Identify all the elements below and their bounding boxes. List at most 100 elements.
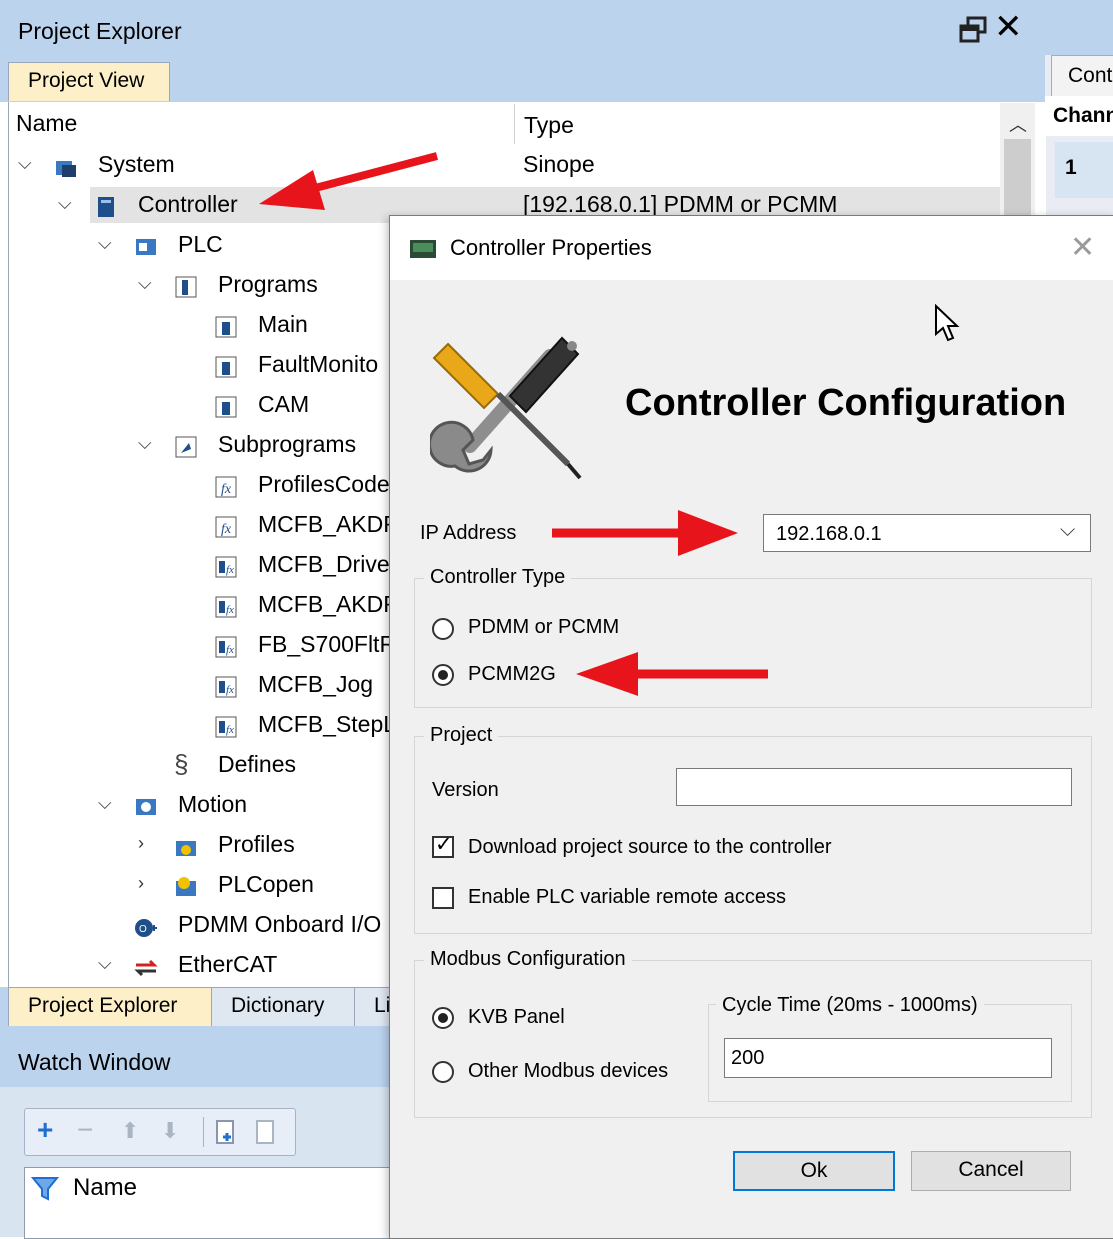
radio-pcmm2g[interactable] (432, 664, 454, 686)
scroll-up-icon[interactable]: ︿ (1009, 111, 1027, 137)
ok-button[interactable]: Ok (733, 1151, 895, 1191)
chevron-down-icon[interactable]: ⌵ (98, 233, 112, 254)
radio-other-modbus[interactable] (432, 1061, 454, 1083)
watch-column-name[interactable]: Name (73, 1174, 137, 1202)
chevron-down-icon[interactable]: ⌵ (1060, 519, 1075, 542)
panel-title: Project Explorer (18, 18, 182, 44)
project-explorer-titlebar: Project Explorer ✕ (0, 0, 1045, 62)
column-header-name[interactable]: Name (16, 110, 77, 137)
chevron-down-icon[interactable]: ⌵ (138, 433, 152, 454)
adjacent-panel-header (1045, 0, 1113, 55)
programs-folder-icon (175, 276, 197, 298)
program-icon (215, 316, 237, 338)
io-icon: O (135, 919, 157, 937)
ip-address-dropdown[interactable]: 192.168.0.1 ⌵ (763, 514, 1091, 552)
adjacent-row-cell[interactable]: 1 (1055, 142, 1113, 198)
download-source-label[interactable]: Download project source to the controlle… (468, 836, 832, 859)
tab-dictionary[interactable]: Dictionary (211, 987, 355, 1026)
program-icon (215, 396, 237, 418)
chevron-right-icon[interactable]: › (138, 833, 144, 854)
radio-pdmm-pcmm-label[interactable]: PDMM or PCMM (468, 616, 619, 639)
add-icon[interactable]: + (37, 1114, 53, 1146)
tools-icon (430, 336, 582, 480)
mouse-cursor-icon (935, 304, 960, 342)
profiles-folder-icon (176, 841, 196, 856)
chevron-down-icon[interactable]: ⌵ (18, 153, 32, 174)
new-watch-icon[interactable] (215, 1119, 237, 1145)
svg-text:fx: fx (221, 482, 232, 497)
close-icon[interactable]: ✕ (994, 10, 1023, 44)
restore-window-icon[interactable] (958, 16, 988, 44)
remote-access-label[interactable]: Enable PLC variable remote access (468, 886, 786, 909)
annotation-arrow (259, 152, 439, 210)
svg-text:fx: fx (221, 522, 232, 537)
plc-icon (136, 239, 156, 255)
svg-text:fx: fx (226, 724, 234, 736)
cycle-time-group-label: Cycle Time (20ms - 1000ms) (716, 994, 984, 1017)
move-down-icon[interactable]: ⬇ (161, 1118, 179, 1144)
tree-item-system[interactable]: ⌵ System Sinope (18, 149, 918, 187)
version-input[interactable] (676, 768, 1072, 806)
document-icon[interactable] (255, 1119, 277, 1145)
svg-text:fx: fx (226, 564, 234, 576)
chevron-down-icon[interactable]: ⌵ (98, 953, 112, 974)
toolbar-separator (203, 1117, 204, 1147)
explorer-view-tabs: Project View (0, 62, 1045, 102)
configuration-heading: Controller Configuration (625, 382, 1067, 424)
radio-other-modbus-label[interactable]: Other Modbus devices (468, 1060, 668, 1083)
chevron-right-icon[interactable]: › (138, 873, 144, 894)
remove-icon[interactable]: − (77, 1114, 93, 1146)
radio-kvb-panel-label[interactable]: KVB Panel (468, 1006, 565, 1029)
function-block-icon: fx (215, 676, 237, 698)
svg-text:O: O (139, 924, 147, 935)
cancel-button[interactable]: Cancel (911, 1151, 1071, 1191)
dialog-title: Controller Properties (450, 235, 652, 260)
chevron-down-icon[interactable]: ⌵ (138, 273, 152, 294)
function-block-icon: fx (215, 596, 237, 618)
program-icon (215, 356, 237, 378)
adjacent-column-header: Chann (1045, 96, 1113, 136)
move-up-icon[interactable]: ⬆ (121, 1118, 139, 1144)
subprograms-folder-icon (175, 436, 197, 458)
version-label: Version (432, 779, 499, 801)
annotation-arrow (552, 510, 738, 556)
controller-properties-dialog: Controller Properties ✕ Controller Confi… (389, 215, 1113, 1239)
svg-text:fx: fx (226, 604, 234, 616)
adjacent-panel-tab[interactable]: Cont (1051, 55, 1113, 96)
chevron-down-icon[interactable]: ⌵ (58, 193, 72, 214)
download-source-checkbox[interactable]: ✓ (432, 833, 454, 858)
radio-pcmm2g-label[interactable]: PCMM2G (468, 663, 556, 686)
svg-text:fx: fx (226, 644, 234, 656)
controller-type-group-label: Controller Type (424, 566, 572, 589)
watch-grid: Name (24, 1167, 406, 1239)
function-block-icon: fx (215, 556, 237, 578)
remote-access-checkbox[interactable] (432, 887, 454, 909)
svg-text:fx: fx (226, 684, 234, 696)
watch-window-title: Watch Window (18, 1049, 171, 1075)
cycle-time-input[interactable]: 200 (724, 1038, 1052, 1078)
function-icon: fx (215, 516, 237, 538)
column-header-type[interactable]: Type (524, 112, 574, 139)
ip-address-label: IP Address (420, 522, 517, 544)
section-sign-icon: § (174, 749, 189, 779)
column-divider (514, 104, 515, 144)
close-icon[interactable]: ✕ (1070, 230, 1095, 265)
modbus-group-label: Modbus Configuration (424, 948, 632, 971)
cycle-time-value: 200 (731, 1047, 765, 1069)
annotation-arrow (576, 652, 768, 696)
function-block-icon: fx (215, 716, 237, 738)
dialog-titlebar: Controller Properties ✕ (390, 216, 1113, 280)
radio-kvb-panel[interactable] (432, 1007, 454, 1029)
system-icon (56, 161, 76, 177)
filter-icon[interactable] (31, 1176, 59, 1202)
plcopen-folder-icon (176, 877, 196, 896)
project-group-label: Project (424, 724, 499, 747)
checkmark-icon: ✓ (435, 833, 453, 856)
chevron-down-icon[interactable]: ⌵ (98, 793, 112, 814)
radio-pdmm-pcmm[interactable] (432, 618, 454, 640)
watch-toolbar: + − ⬆ ⬇ (24, 1108, 296, 1156)
ethercat-icon (134, 959, 158, 977)
tab-project-explorer[interactable]: Project Explorer (8, 987, 212, 1026)
tab-project-view[interactable]: Project View (8, 62, 170, 101)
function-icon: fx (215, 476, 237, 498)
